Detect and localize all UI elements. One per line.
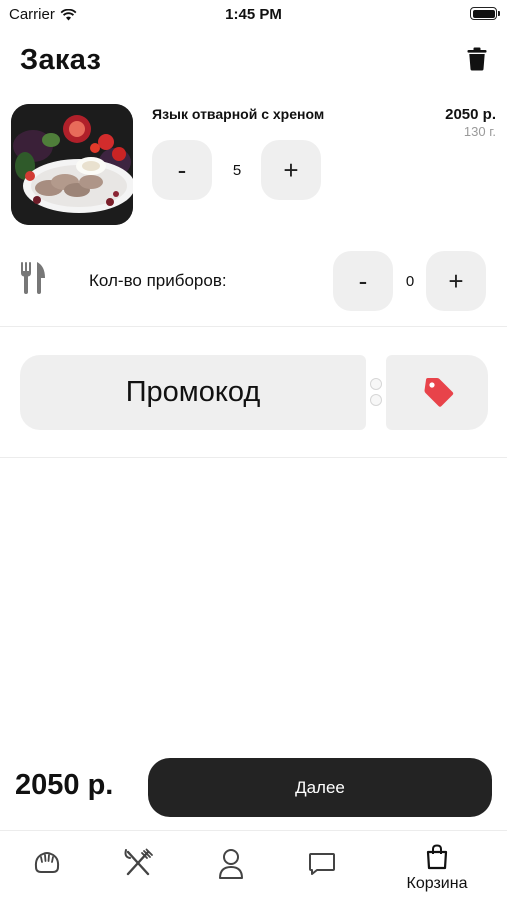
cutlery-label: Кол-во приборов: xyxy=(89,271,227,290)
dish-increment-button[interactable]: + xyxy=(261,140,321,200)
order-total: 2050 р. xyxy=(15,769,114,801)
dish-decrement-button[interactable]: - xyxy=(152,140,212,200)
page-title: Заказ xyxy=(20,44,102,76)
tab-profile[interactable] xyxy=(191,831,271,900)
dish-quantity: 5 xyxy=(232,162,242,179)
profile-icon xyxy=(219,849,243,879)
chat-icon xyxy=(309,853,335,875)
dish-image xyxy=(11,104,133,225)
dish-photo xyxy=(11,104,133,225)
dish-price: 2050 р. xyxy=(445,106,496,123)
tab-restaurant[interactable] xyxy=(98,831,178,900)
trash-icon[interactable] xyxy=(467,47,487,71)
battery-icon xyxy=(470,7,500,20)
tab-chat[interactable] xyxy=(282,831,362,900)
dish-name: Язык отварной с хреном xyxy=(152,106,325,122)
dish-weight: 130 г. xyxy=(463,124,496,139)
divider xyxy=(0,326,507,327)
tab-cart-label: Корзина xyxy=(406,875,468,892)
cutlery-decrement-button[interactable]: - xyxy=(333,251,393,311)
divider xyxy=(0,457,507,458)
cutlery-count: 0 xyxy=(405,273,415,290)
tab-bar: Корзина xyxy=(0,830,507,900)
promo-code-label: Промокод xyxy=(20,355,366,430)
ticket-notch-bottom xyxy=(365,419,387,441)
dumpling-icon xyxy=(34,852,60,873)
promo-code-button[interactable]: Промокод xyxy=(20,344,488,441)
status-bar: Carrier 1:45 PM xyxy=(0,0,507,30)
status-time: 1:45 PM xyxy=(225,6,282,23)
tab-menu[interactable] xyxy=(7,831,87,900)
tag-icon xyxy=(424,378,454,407)
tab-cart[interactable]: Корзина xyxy=(397,831,477,900)
fork-knife-icon xyxy=(21,262,45,294)
cutlery-increment-button[interactable]: + xyxy=(426,251,486,311)
shopping-bag-icon xyxy=(426,844,448,870)
ticket-hole xyxy=(370,394,382,406)
fork-knife-cross-icon xyxy=(124,848,153,876)
ticket-hole xyxy=(370,378,382,390)
ticket-notch-top xyxy=(365,344,387,366)
next-button[interactable]: Далее xyxy=(148,758,492,817)
